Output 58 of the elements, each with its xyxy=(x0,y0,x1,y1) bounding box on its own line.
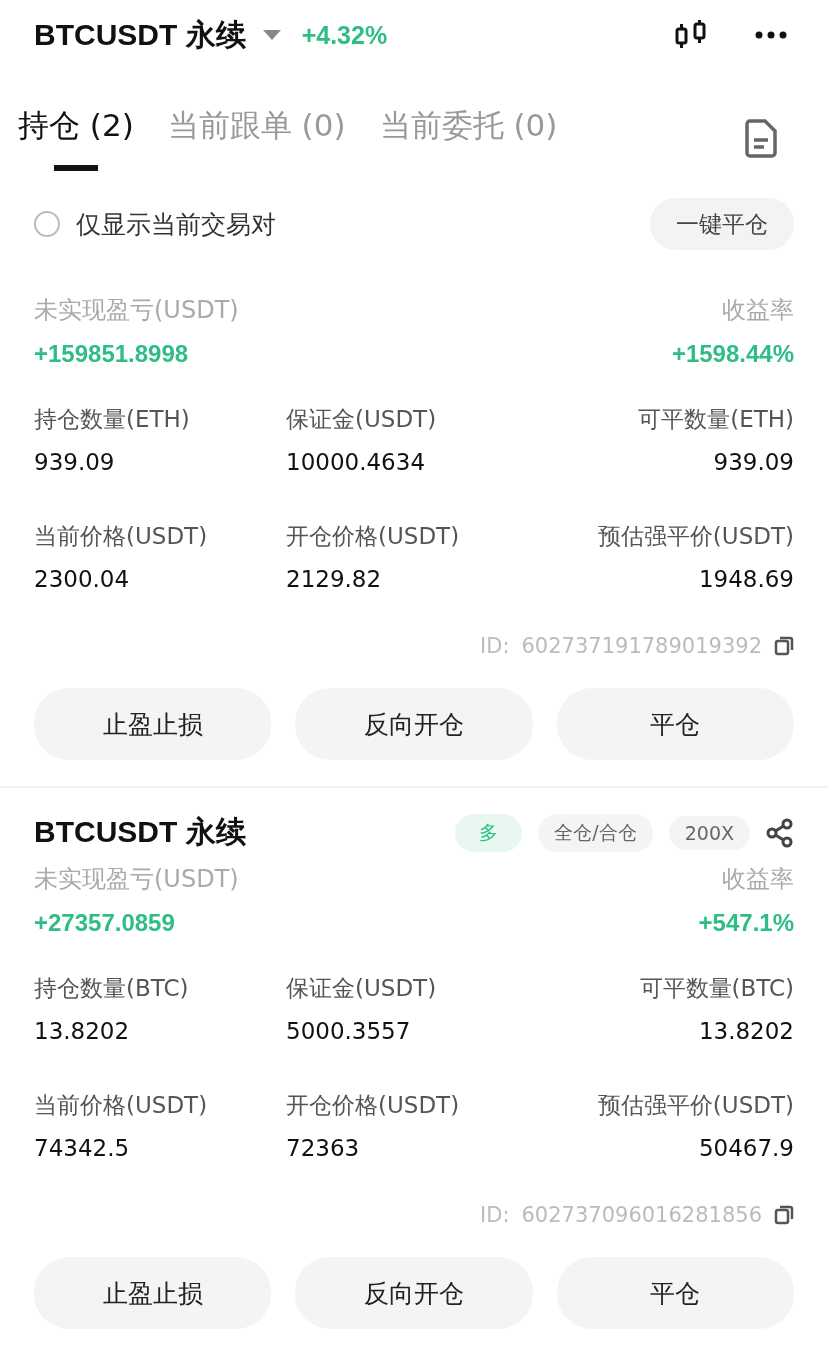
stat-value: 10000.4634 xyxy=(286,449,426,475)
pnl-label: 未实现盈亏(USDT) xyxy=(34,864,239,895)
stat-label: 开仓价格(USDT) xyxy=(286,522,461,551)
stat-label: 保证金(USDT) xyxy=(286,974,438,1003)
tag: 200X xyxy=(668,815,750,850)
stat-label: 持仓数量(BTC) xyxy=(34,974,190,1003)
stat-value: 13.8202 xyxy=(34,1018,131,1044)
caret-icon[interactable] xyxy=(261,29,282,41)
stat-value: 5000.3557 xyxy=(286,1018,412,1044)
pnl-value: +159851.8998 xyxy=(34,340,190,368)
action-button[interactable]: 反向开仓 xyxy=(295,1257,533,1329)
id-label: ID: xyxy=(480,1203,510,1227)
stat-label: 持仓数量(ETH) xyxy=(34,405,191,434)
stat-label: 当前价格(USDT) xyxy=(34,522,209,551)
tab[interactable]: 持仓 (2) xyxy=(18,105,134,171)
side-tag: 多 xyxy=(455,813,523,852)
stat-label: 可平数量(BTC) xyxy=(639,974,794,1003)
stat-label: 保证金(USDT) xyxy=(286,405,438,434)
stat-value: 72363 xyxy=(286,1135,361,1161)
stat-label: 预估强平价(USDT) xyxy=(597,522,794,551)
stat-value: 939.09 xyxy=(713,449,794,475)
stat-label: 开仓价格(USDT) xyxy=(286,1091,461,1120)
stat-value: 74342.5 xyxy=(34,1135,131,1161)
stat-label: 预估强平价(USDT) xyxy=(597,1091,794,1120)
price-change: +4.32% xyxy=(301,20,388,50)
document-icon[interactable] xyxy=(744,118,778,158)
tag: 全仓/合仓 xyxy=(538,813,653,852)
share-icon[interactable] xyxy=(766,817,794,848)
roe-label: 收益率 xyxy=(722,864,794,895)
stat-value: 2300.04 xyxy=(34,566,131,592)
close-all-button[interactable]: 一键平仓 xyxy=(650,198,794,250)
action-button[interactable]: 止盈止损 xyxy=(34,1257,272,1329)
roe-value: +1598.44% xyxy=(671,340,794,368)
stat-value: 50467.9 xyxy=(698,1135,794,1161)
radio-button[interactable] xyxy=(34,211,60,237)
pnl-value: +27357.0859 xyxy=(34,909,176,937)
stat-value: 2129.82 xyxy=(286,566,383,592)
roe-label: 收益率 xyxy=(722,295,794,326)
position-title: BTCUSDT 永续 xyxy=(34,814,246,850)
position-id: 602737191789019392 xyxy=(521,634,762,658)
stat-value: 1948.69 xyxy=(698,566,794,592)
roe-value: +547.1% xyxy=(698,909,794,937)
stat-value: 13.8202 xyxy=(698,1018,794,1044)
pnl-label: 未实现盈亏(USDT) xyxy=(34,295,239,326)
stat-value: 939.09 xyxy=(34,449,116,475)
action-button[interactable]: 反向开仓 xyxy=(295,688,533,760)
action-button[interactable]: 平仓 xyxy=(556,1257,794,1329)
copy-icon[interactable] xyxy=(774,636,794,656)
symbol-title[interactable]: BTCUSDT 永续 xyxy=(34,14,246,56)
more-icon[interactable] xyxy=(754,30,788,40)
action-button[interactable]: 止盈止损 xyxy=(34,688,272,760)
stat-label: 当前价格(USDT) xyxy=(34,1091,209,1120)
id-label: ID: xyxy=(480,634,510,658)
action-button[interactable]: 平仓 xyxy=(556,688,794,760)
filter-label[interactable]: 仅显示当前交易对 xyxy=(76,207,276,241)
copy-icon[interactable] xyxy=(774,1205,794,1225)
position-id: 602737096016281856 xyxy=(521,1203,762,1227)
stat-label: 可平数量(ETH) xyxy=(638,405,794,434)
